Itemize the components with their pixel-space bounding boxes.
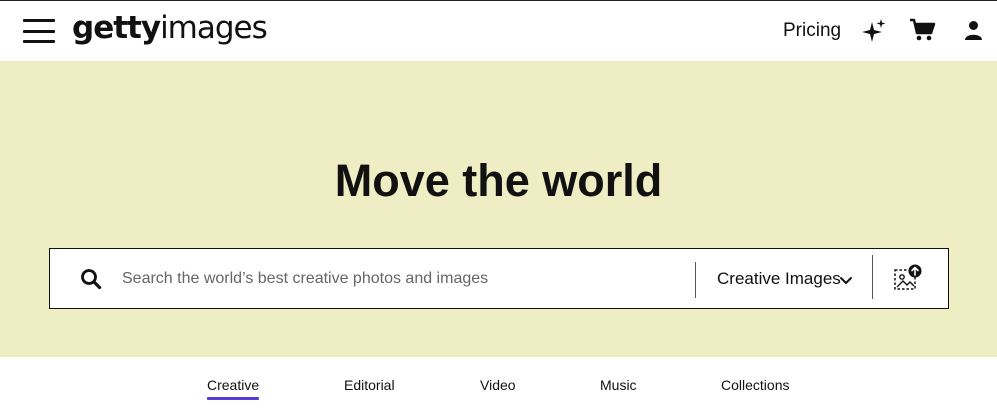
search-input[interactable]: [122, 259, 687, 299]
search-divider: [695, 262, 696, 298]
logo-light-text: images: [160, 10, 268, 46]
hero-banner: Move the world Creative Images: [0, 61, 997, 357]
tab-collections[interactable]: Collections: [721, 376, 789, 394]
tab-editorial[interactable]: Editorial: [344, 376, 395, 394]
search-icon[interactable]: [80, 268, 102, 295]
hamburger-line: [23, 40, 55, 43]
search-type-dropdown[interactable]: Creative Images: [717, 266, 841, 292]
pricing-link[interactable]: Pricing: [783, 19, 841, 43]
cart-icon[interactable]: [909, 17, 937, 43]
top-header: gettyimages Pricing: [0, 0, 997, 61]
hamburger-line: [23, 29, 55, 33]
getty-images-logo[interactable]: gettyimages: [72, 8, 268, 48]
search-divider: [872, 255, 873, 299]
logo-bold-text: getty: [72, 10, 161, 46]
hero-headline: Move the world: [334, 155, 663, 206]
hamburger-line: [23, 19, 55, 22]
hamburger-menu-icon[interactable]: [23, 19, 55, 43]
user-icon[interactable]: [964, 20, 983, 41]
visual-search-icon[interactable]: [893, 264, 923, 297]
search-bar: Creative Images: [49, 248, 949, 309]
chevron-down-icon[interactable]: [839, 273, 853, 291]
content-type-tabs: Creative Editorial Video Music Collectio…: [0, 357, 997, 413]
tab-creative[interactable]: Creative: [207, 376, 260, 400]
sparkle-icon[interactable]: [860, 17, 888, 45]
tab-video[interactable]: Video: [480, 376, 516, 394]
tab-music[interactable]: Music: [600, 376, 637, 394]
